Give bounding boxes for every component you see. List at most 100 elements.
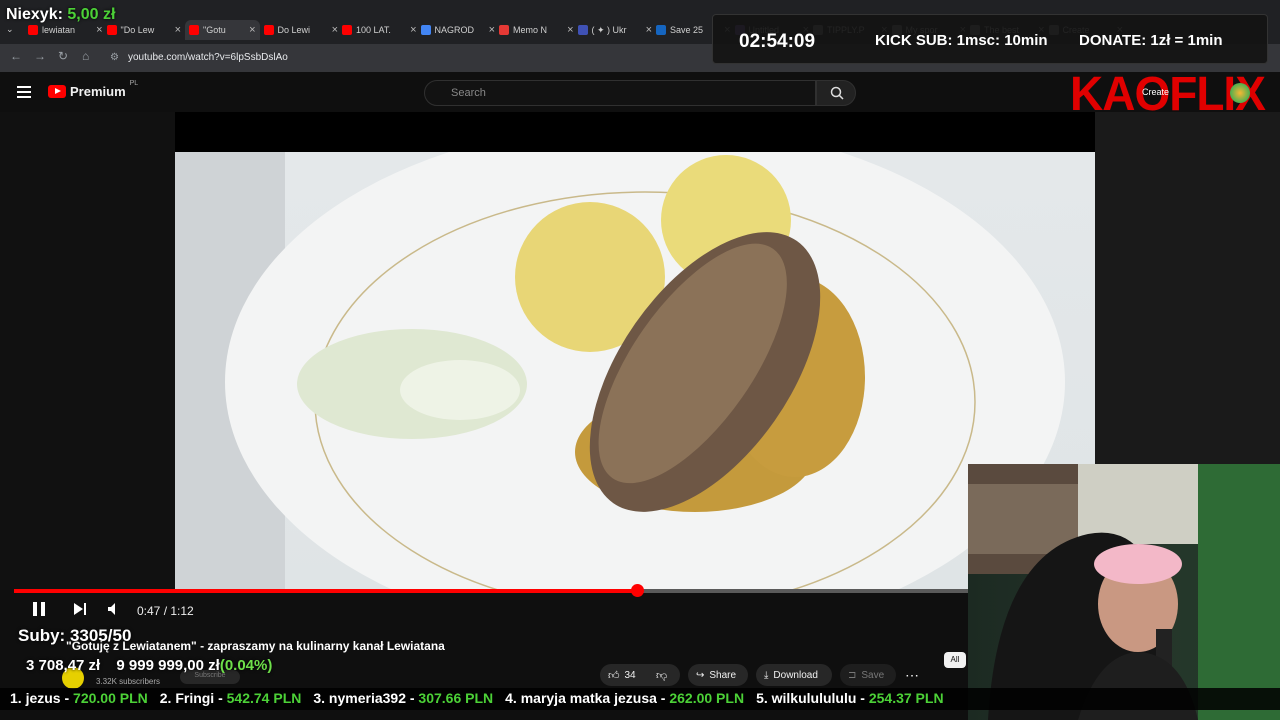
browser-tab[interactable]: ( ✦ ) Ukr × <box>577 20 652 40</box>
time-display: 0:47 / 1:12 <box>137 604 194 618</box>
search-icon <box>830 86 844 100</box>
ticker-donor-amount: 254.37 PLN <box>868 690 944 706</box>
pause-icon <box>33 602 45 616</box>
tab-close-icon[interactable]: × <box>328 24 338 36</box>
browser-tab[interactable]: "Do Lew × <box>106 20 181 40</box>
goal-percent: (0.04%) <box>219 657 273 674</box>
download-icon: ⤓ <box>764 669 769 681</box>
avatar[interactable] <box>1230 83 1250 103</box>
tab-label: Memo N <box>513 25 548 35</box>
browser-tab[interactable]: NAGROD × <box>420 20 495 40</box>
browser-tab[interactable]: 100 LAT. × <box>342 20 417 40</box>
video-progress-bar[interactable] <box>14 584 968 597</box>
bookmark-icon: ⊐ <box>848 669 857 681</box>
tab-favicon-icon <box>342 25 352 35</box>
subs-counter: Suby: 3305/50 <box>18 626 132 645</box>
next-icon <box>74 603 86 615</box>
tab-close-icon[interactable]: × <box>406 24 416 36</box>
donor-name: Niexyk: <box>6 6 63 23</box>
tab-close-icon[interactable]: × <box>485 24 495 36</box>
create-button[interactable]: Create <box>1142 87 1169 97</box>
search-button[interactable] <box>816 80 856 106</box>
logo-region: PL <box>129 80 139 87</box>
browser-tab[interactable]: Do Lewi × <box>263 20 338 40</box>
back-icon[interactable]: ← <box>10 49 22 63</box>
volume-icon <box>108 603 115 615</box>
share-button[interactable]: ↪ Share <box>696 665 736 685</box>
duration: 1:12 <box>170 604 194 618</box>
save-button[interactable]: ⊐ Save <box>848 665 884 685</box>
tab-label: 100 LAT. <box>356 25 391 35</box>
tab-label: lewiatan <box>42 25 76 35</box>
video-food-image <box>175 152 1065 590</box>
download-button[interactable]: ⤓ Download <box>764 665 818 685</box>
url-field[interactable]: youtube.com/watch?v=6lpSsbDslAo <box>128 52 288 63</box>
subathon-overlay: 02:54:09 KICK SUB: 1msc: 10min DONATE: 1… <box>712 14 1268 64</box>
tab-label: NAGROD <box>434 25 475 35</box>
tab-close-icon[interactable]: × <box>92 24 102 36</box>
site-info-icon[interactable]: ⚙ <box>110 52 119 63</box>
donor-amount: 5,00 zł <box>67 6 116 23</box>
tab-label: Save 25 <box>670 25 704 35</box>
browser-tab[interactable]: Memo N × <box>499 20 574 40</box>
ticker-donor-amount: 262.00 PLN <box>669 690 745 706</box>
goal-current: 3 708,47 zł <box>26 657 101 674</box>
top-donors-ticker: 1. jezus - 720.00 PLN 2. Fringi - 542.74 … <box>0 688 1280 710</box>
search-input[interactable]: Search <box>424 80 816 106</box>
next-button[interactable] <box>73 601 87 620</box>
filter-chip-all[interactable]: All <box>944 652 966 668</box>
share-icon: ↪ <box>696 669 705 681</box>
webcam-image <box>968 464 1280 720</box>
ticker-donor-name: 2. Fringi - <box>159 690 227 706</box>
tab-close-icon[interactable]: × <box>563 24 573 36</box>
volume-button[interactable] <box>107 601 121 620</box>
home-icon[interactable]: ⌂ <box>82 49 89 63</box>
pause-button[interactable] <box>32 601 46 620</box>
tab-close-icon[interactable]: × <box>245 24 255 36</box>
progress-scrubber[interactable] <box>630 584 644 597</box>
kick-sub-rate: KICK SUB: 1msc: 10min <box>875 32 1048 49</box>
dislike-button[interactable]: 👎︎ <box>656 665 667 685</box>
ticker-donor-amount: 307.66 PLN <box>418 690 494 706</box>
browser-tab[interactable]: "Gotu × <box>185 20 260 40</box>
page-background <box>0 112 175 590</box>
like-button[interactable]: 👍︎ 34 <box>608 665 636 685</box>
tab-label: Do Lewi <box>277 25 311 35</box>
tab-label: ( ✦ ) Ukr <box>591 24 627 35</box>
download-label: Download <box>773 669 818 681</box>
video-player[interactable] <box>175 112 1095 590</box>
goal-target: 9 999 999,00 zł <box>116 657 220 674</box>
donor-alert: Niexyk: 5,00 zł <box>6 6 115 24</box>
progress-played <box>14 589 637 593</box>
tab-favicon-icon <box>106 25 117 35</box>
tab-favicon-icon <box>577 25 588 35</box>
thumbs-up-icon: 👍︎ <box>608 669 620 682</box>
youtube-logo[interactable]: Premium PL <box>48 80 138 99</box>
tab-close-icon[interactable]: × <box>642 24 652 36</box>
logo-text: Premium <box>70 84 126 99</box>
tab-search-icon[interactable]: ⌄ <box>6 24 20 38</box>
webcam-feed <box>968 464 1280 720</box>
tab-label: "Do Lew <box>120 25 155 35</box>
ticker-donor-name: 5. wilkululululu - <box>756 690 869 706</box>
tab-favicon-icon <box>28 25 38 35</box>
tab-favicon-icon <box>656 25 666 35</box>
ticker-donor-name: 4. maryja matka jezusa - <box>505 690 670 706</box>
donate-rate: DONATE: 1zł = 1min <box>1079 32 1223 49</box>
subathon-timer: 02:54:09 <box>739 31 816 52</box>
ticker-donor-name: 1. jezus - <box>10 690 74 706</box>
tab-close-icon[interactable]: × <box>171 24 181 36</box>
ticker-donor-amount: 542.74 PLN <box>226 690 302 706</box>
reload-icon[interactable]: ↻ <box>58 49 68 63</box>
forward-icon[interactable]: → <box>34 49 46 63</box>
youtube-play-icon <box>48 85 66 98</box>
more-actions-button[interactable]: ⋯ <box>905 665 919 685</box>
like-count: 34 <box>624 669 636 681</box>
save-label: Save <box>861 669 885 681</box>
donation-goal: 3 708,47 zł 9 999 999,00 zł(0.04%) <box>26 657 272 674</box>
tab-favicon-icon <box>189 25 199 35</box>
tab-favicon-icon <box>420 25 431 35</box>
secondary-column <box>1095 112 1280 464</box>
thumbs-down-icon: 👎︎ <box>656 669 668 682</box>
menu-icon[interactable] <box>17 86 31 98</box>
